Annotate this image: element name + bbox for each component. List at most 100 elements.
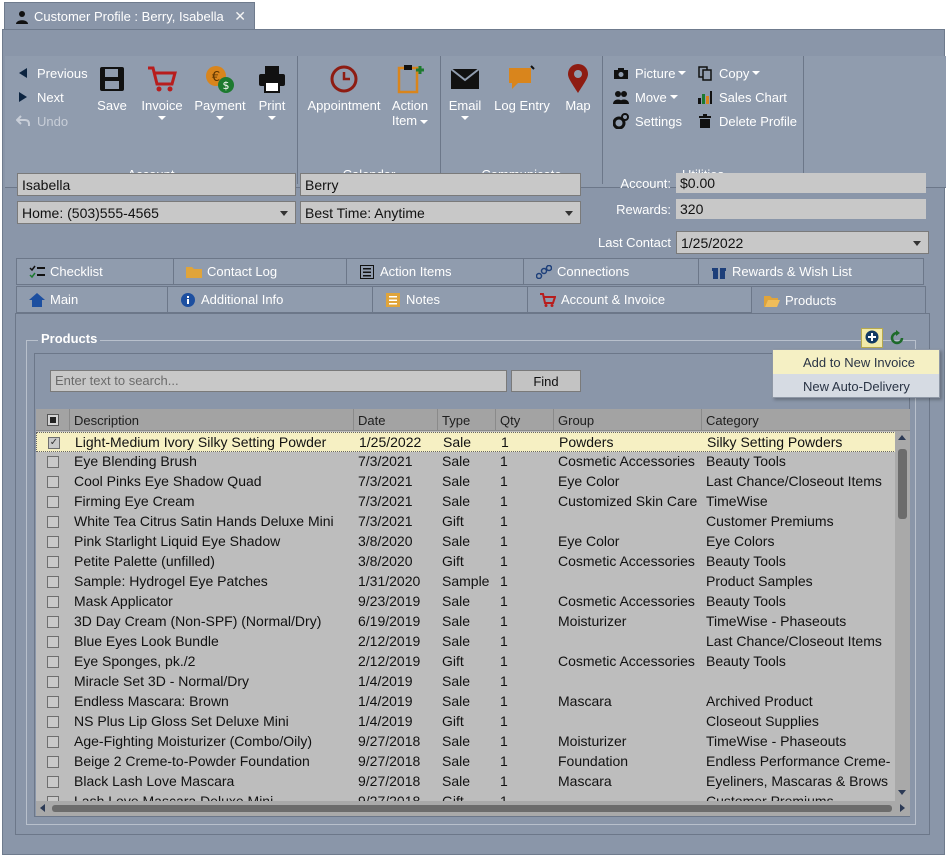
row-checkbox[interactable]: [47, 596, 59, 608]
copy-button[interactable]: Copy: [697, 63, 761, 83]
tab-connections[interactable]: Connections: [523, 258, 699, 285]
vertical-scrollbar[interactable]: [895, 431, 910, 801]
row-checkbox[interactable]: ✓: [48, 437, 60, 449]
appointment-button[interactable]: Appointment: [306, 62, 382, 113]
table-row[interactable]: Firming Eye Cream 7/3/2021 Sale 1 Customized…: [36, 492, 896, 512]
tab-action-items[interactable]: Action Items: [346, 258, 524, 285]
customer-profile-tab[interactable]: Customer Profile : Berry, Isabella ✕: [4, 2, 255, 30]
row-checkbox[interactable]: [47, 736, 59, 748]
sales-chart-button[interactable]: Sales Chart: [697, 87, 787, 107]
tab-products[interactable]: Products: [751, 286, 926, 314]
row-checkbox[interactable]: [47, 756, 59, 768]
tab-additional-info[interactable]: Additional Info: [167, 286, 373, 313]
col-category[interactable]: Category: [702, 409, 910, 431]
tab-contact-log[interactable]: Contact Log: [173, 258, 347, 285]
scroll-right-icon[interactable]: [900, 804, 905, 812]
select-all-checkbox[interactable]: [36, 409, 70, 431]
table-row[interactable]: Cool Pinks Eye Shadow Quad 7/3/2021 Sale 1 E…: [36, 472, 896, 492]
phone-select[interactable]: Home: (503)555-4565: [17, 201, 296, 224]
cell-date: 2/12/2019: [358, 653, 421, 669]
picture-button[interactable]: Picture: [613, 63, 687, 83]
row-checkbox[interactable]: [47, 676, 59, 688]
settings-button[interactable]: Settings: [613, 111, 682, 131]
horizontal-scroll-thumb[interactable]: [52, 805, 892, 812]
close-icon[interactable]: ✕: [234, 8, 246, 25]
undo-button[interactable]: Undo: [15, 111, 68, 131]
table-row[interactable]: Mask Applicator 9/23/2019 Sale 1 Cosmetic Ac…: [36, 592, 896, 612]
row-checkbox[interactable]: [47, 636, 59, 648]
cell-group: Cosmetic Accessories: [558, 653, 695, 669]
cell-description: Blue Eyes Look Bundle: [74, 633, 219, 649]
tab-rewards-wish-list[interactable]: Rewards & Wish List: [698, 258, 924, 285]
col-group[interactable]: Group: [554, 409, 702, 431]
first-name-field[interactable]: Isabella: [17, 173, 296, 196]
row-checkbox[interactable]: [47, 516, 59, 528]
col-type[interactable]: Type: [438, 409, 496, 431]
scroll-up-icon[interactable]: [898, 435, 906, 440]
table-row[interactable]: ✓ Light-Medium Ivory Silky Setting Powder…: [36, 432, 896, 452]
table-row[interactable]: Black Lash Love Mascara 9/27/2018 Sale 1 Mas…: [36, 772, 896, 792]
best-time-select[interactable]: Best Time: Anytime: [300, 201, 581, 224]
row-checkbox[interactable]: [47, 496, 59, 508]
find-button[interactable]: Find: [511, 370, 581, 392]
col-date[interactable]: Date: [354, 409, 438, 431]
col-description[interactable]: Description: [70, 409, 354, 431]
scroll-left-icon[interactable]: [40, 804, 45, 812]
menu-new-auto-delivery[interactable]: New Auto-Delivery: [773, 374, 939, 398]
row-checkbox[interactable]: [47, 576, 59, 588]
plus-circle-icon: [865, 330, 879, 347]
row-checkbox[interactable]: [47, 656, 59, 668]
tab-notes[interactable]: Notes: [372, 286, 528, 313]
save-button[interactable]: Save: [95, 62, 129, 113]
row-checkbox[interactable]: [47, 696, 59, 708]
tab-account-invoice[interactable]: Account & Invoice: [527, 286, 752, 313]
row-checkbox[interactable]: [47, 716, 59, 728]
table-row[interactable]: Age-Fighting Moisturizer (Combo/Oily) 9/2…: [36, 732, 896, 752]
horizontal-scrollbar[interactable]: [36, 801, 910, 816]
email-button[interactable]: Email: [447, 62, 483, 120]
table-row[interactable]: Blue Eyes Look Bundle 2/12/2019 Sale 1 Last …: [36, 632, 896, 652]
col-qty[interactable]: Qty: [496, 409, 554, 431]
row-checkbox[interactable]: [47, 536, 59, 548]
search-input[interactable]: Enter text to search...: [50, 370, 507, 392]
table-row[interactable]: Miracle Set 3D - Normal/Dry 1/4/2019 Sale 1: [36, 672, 896, 692]
table-row[interactable]: Endless Mascara: Brown 1/4/2019 Sale 1 Masca…: [36, 692, 896, 712]
refresh-icon[interactable]: [888, 329, 906, 347]
row-checkbox[interactable]: [47, 456, 59, 468]
menu-add-to-new-invoice[interactable]: Add to New Invoice: [773, 350, 939, 374]
table-row[interactable]: Eye Blending Brush 7/3/2021 Sale 1 Cosmetic …: [36, 452, 896, 472]
vertical-scroll-thumb[interactable]: [898, 449, 907, 519]
cell-qty: 1: [501, 434, 509, 450]
table-row[interactable]: Eye Sponges, pk./2 2/12/2019 Gift 1 Cosmetic…: [36, 652, 896, 672]
table-row[interactable]: Petite Palette (unfilled) 3/8/2020 Gift 1 Co…: [36, 552, 896, 572]
scroll-down-icon[interactable]: [898, 790, 906, 795]
row-checkbox[interactable]: [47, 616, 59, 628]
table-row[interactable]: Lash Love Mascara Deluxe Mini 9/27/2018 Gi…: [36, 792, 896, 801]
action-item-button[interactable]: Action Item: [388, 62, 432, 128]
row-checkbox[interactable]: [47, 776, 59, 788]
cell-category: Beauty Tools: [706, 453, 786, 469]
last-contact-select[interactable]: 1/25/2022: [676, 231, 929, 254]
row-checkbox[interactable]: [47, 556, 59, 568]
table-row[interactable]: 3D Day Cream (Non-SPF) (Normal/Dry) 6/19/…: [36, 612, 896, 632]
last-name-field[interactable]: Berry: [300, 173, 581, 196]
table-row[interactable]: White Tea Citrus Satin Hands Deluxe Mini…: [36, 512, 896, 532]
invoice-button[interactable]: Invoice: [140, 62, 184, 120]
map-button[interactable]: Map: [561, 62, 595, 113]
next-button[interactable]: Next: [15, 87, 64, 107]
payment-button[interactable]: € $ Payment: [193, 62, 247, 120]
cell-qty: 1: [500, 633, 508, 649]
table-row[interactable]: NS Plus Lip Gloss Set Deluxe Mini 1/4/201…: [36, 712, 896, 732]
table-row[interactable]: Pink Starlight Liquid Eye Shadow 3/8/2020…: [36, 532, 896, 552]
tab-checklist[interactable]: Checklist: [16, 258, 174, 285]
delete-profile-button[interactable]: Delete Profile: [697, 111, 797, 131]
log-entry-button[interactable]: Log Entry: [493, 62, 551, 113]
move-button[interactable]: Move: [613, 87, 678, 107]
table-row[interactable]: Sample: Hydrogel Eye Patches 1/31/2020 Sam…: [36, 572, 896, 592]
previous-button[interactable]: Previous: [15, 63, 88, 83]
row-checkbox[interactable]: [47, 476, 59, 488]
add-product-button[interactable]: [861, 328, 883, 348]
tab-main[interactable]: Main: [16, 286, 168, 313]
table-row[interactable]: Beige 2 Creme-to-Powder Foundation 9/27/2…: [36, 752, 896, 772]
print-button[interactable]: Print: [255, 62, 289, 120]
